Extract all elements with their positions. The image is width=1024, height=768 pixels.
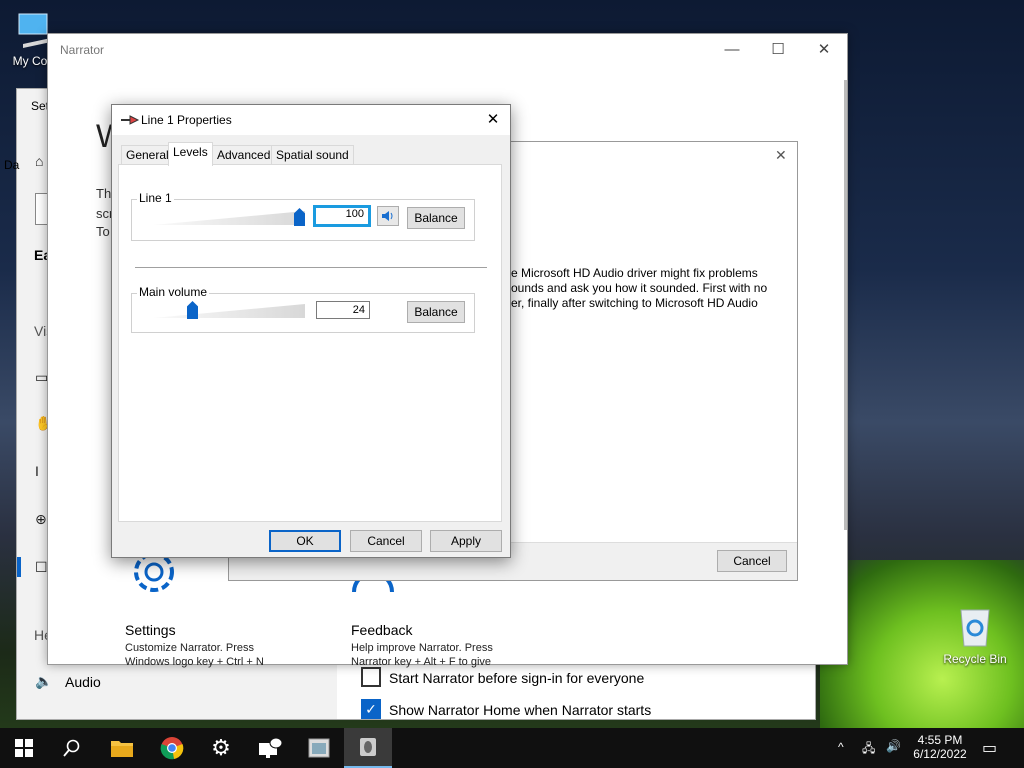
ok-button[interactable]: OK (269, 530, 341, 552)
settings-card-desc-1: Customize Narrator. Press (125, 642, 254, 654)
inner-dialog-text-3: er, finally after switching to Microsoft… (511, 296, 758, 310)
main-volume-slider[interactable] (153, 300, 305, 320)
recycle-bin-label: Recycle Bin (943, 652, 1007, 666)
windows-logo-icon (15, 739, 33, 757)
feedback-card-desc-1: Help improve Narrator. Press (351, 642, 493, 654)
inner-dialog-close-icon[interactable]: ✕ (775, 147, 787, 164)
clock-date: 6/12/2022 (913, 747, 967, 761)
close-button[interactable]: ✕ (801, 34, 847, 64)
audio-icon[interactable]: 🔈 (35, 673, 55, 693)
show-home-checkbox[interactable]: ✓ (361, 699, 381, 719)
narrator-title: Narrator (60, 43, 105, 57)
narrator-taskbar-button[interactable] (344, 728, 392, 768)
window-app-icon (308, 738, 330, 758)
feedback-card-title[interactable]: Feedback (351, 622, 412, 638)
maximize-button[interactable]: ☐ (755, 34, 801, 64)
main-volume-level-input[interactable]: 24 (316, 301, 370, 319)
network-icon[interactable]: 🖧 (862, 739, 875, 760)
control-panel-button[interactable] (295, 728, 343, 768)
line1-mute-button[interactable] (377, 206, 399, 226)
properties-titlebar: Line 1 Properties ✕ (112, 105, 510, 135)
settings-card-desc-2: Windows logo key + Ctrl + N (125, 656, 264, 668)
tab-levels[interactable]: Levels (168, 142, 213, 166)
minimize-icon: — (724, 40, 740, 58)
chrome-button[interactable] (148, 728, 196, 768)
main-volume-balance-button[interactable]: Balance (407, 301, 465, 323)
separator (135, 267, 487, 268)
action-center-button[interactable]: ▭ (982, 738, 997, 758)
start-before-signin-checkbox[interactable] (361, 667, 381, 687)
feedback-card-desc-2: Narrator key + Alt + F to give (351, 656, 492, 668)
notification-icon: ▭ (982, 740, 998, 757)
clock[interactable]: 4:55 PM 6/12/2022 (908, 733, 972, 761)
properties-title: Line 1 Properties (141, 113, 232, 127)
taskbar: ⚙ ^ 🖧 🔊 4:55 PM 6/12/2022 ▭ (0, 728, 1024, 768)
close-icon: ✕ (817, 41, 831, 58)
recycle-bin-icon[interactable]: Recycle Bin (940, 604, 1010, 666)
start-before-signin-label: Start Narrator before sign-in for everyo… (389, 670, 645, 686)
gear-icon: ⚙ (211, 735, 231, 760)
sidebar-item-audio[interactable]: Audio (65, 674, 101, 690)
start-button[interactable] (0, 728, 48, 768)
chrome-icon (160, 737, 184, 760)
narrator-text-3: To (96, 224, 110, 239)
tab-spatial-sound[interactable]: Spatial sound (271, 145, 354, 165)
properties-close-button[interactable]: ✕ (480, 108, 506, 132)
line-in-icon (121, 115, 140, 125)
apply-button[interactable]: Apply (430, 530, 502, 552)
folder-icon (111, 741, 133, 757)
line1-slider[interactable] (153, 207, 305, 227)
levels-panel: Line 1 100 Balance Main volume 24 Balanc… (118, 164, 502, 522)
settings-fragment-da: Da (4, 158, 20, 172)
clock-time: 4:55 PM (917, 733, 963, 747)
inner-dialog-text-2: ounds and ask you how it sounded. First … (511, 281, 768, 295)
line1-slider-track (153, 211, 305, 225)
tab-general[interactable]: General (121, 145, 174, 165)
main-volume-slider-thumb[interactable] (187, 301, 198, 319)
line1-balance-button[interactable]: Balance (407, 207, 465, 229)
search-icon (63, 739, 80, 757)
settings-taskbar-button[interactable]: ⚙ (197, 728, 245, 768)
maximize-icon: ☐ (771, 41, 785, 58)
main-volume-slider-track (153, 304, 305, 318)
inner-dialog-text-1: e Microsoft HD Audio driver might fix pr… (511, 266, 758, 280)
minimize-button[interactable]: — (709, 34, 755, 64)
inner-dialog-cancel-button[interactable]: Cancel (717, 550, 787, 572)
cancel-button[interactable]: Cancel (350, 530, 422, 552)
monitor-chat-icon (259, 737, 283, 758)
narrator-scrollbar[interactable] (844, 80, 847, 530)
speaker-icon (382, 211, 393, 221)
line1-properties-dialog: Line 1 Properties ✕ General Levels Advan… (111, 104, 511, 558)
line1-slider-thumb[interactable] (294, 208, 305, 226)
settings-card-title[interactable]: Settings (125, 622, 176, 638)
show-home-label: Show Narrator Home when Narrator starts (389, 702, 652, 718)
close-icon: ✕ (486, 111, 500, 128)
line1-level-input[interactable]: 100 (313, 205, 371, 227)
chevron-up-icon: ^ (838, 740, 844, 754)
narrator-text-1: Th (96, 186, 112, 201)
line1-label: Line 1 (137, 191, 174, 205)
volume-icon[interactable]: 🔊 (886, 739, 901, 753)
recycle-bin-glyph-icon (960, 609, 990, 647)
tab-advanced[interactable]: Advanced (212, 145, 276, 165)
search-button[interactable] (48, 728, 96, 768)
file-explorer-button[interactable] (98, 728, 146, 768)
remote-desktop-button[interactable] (246, 728, 294, 768)
main-volume-label: Main volume (137, 285, 210, 299)
show-hidden-icons-button[interactable]: ^ (838, 740, 844, 754)
active-indicator (17, 557, 21, 577)
narrator-app-icon (360, 738, 376, 756)
